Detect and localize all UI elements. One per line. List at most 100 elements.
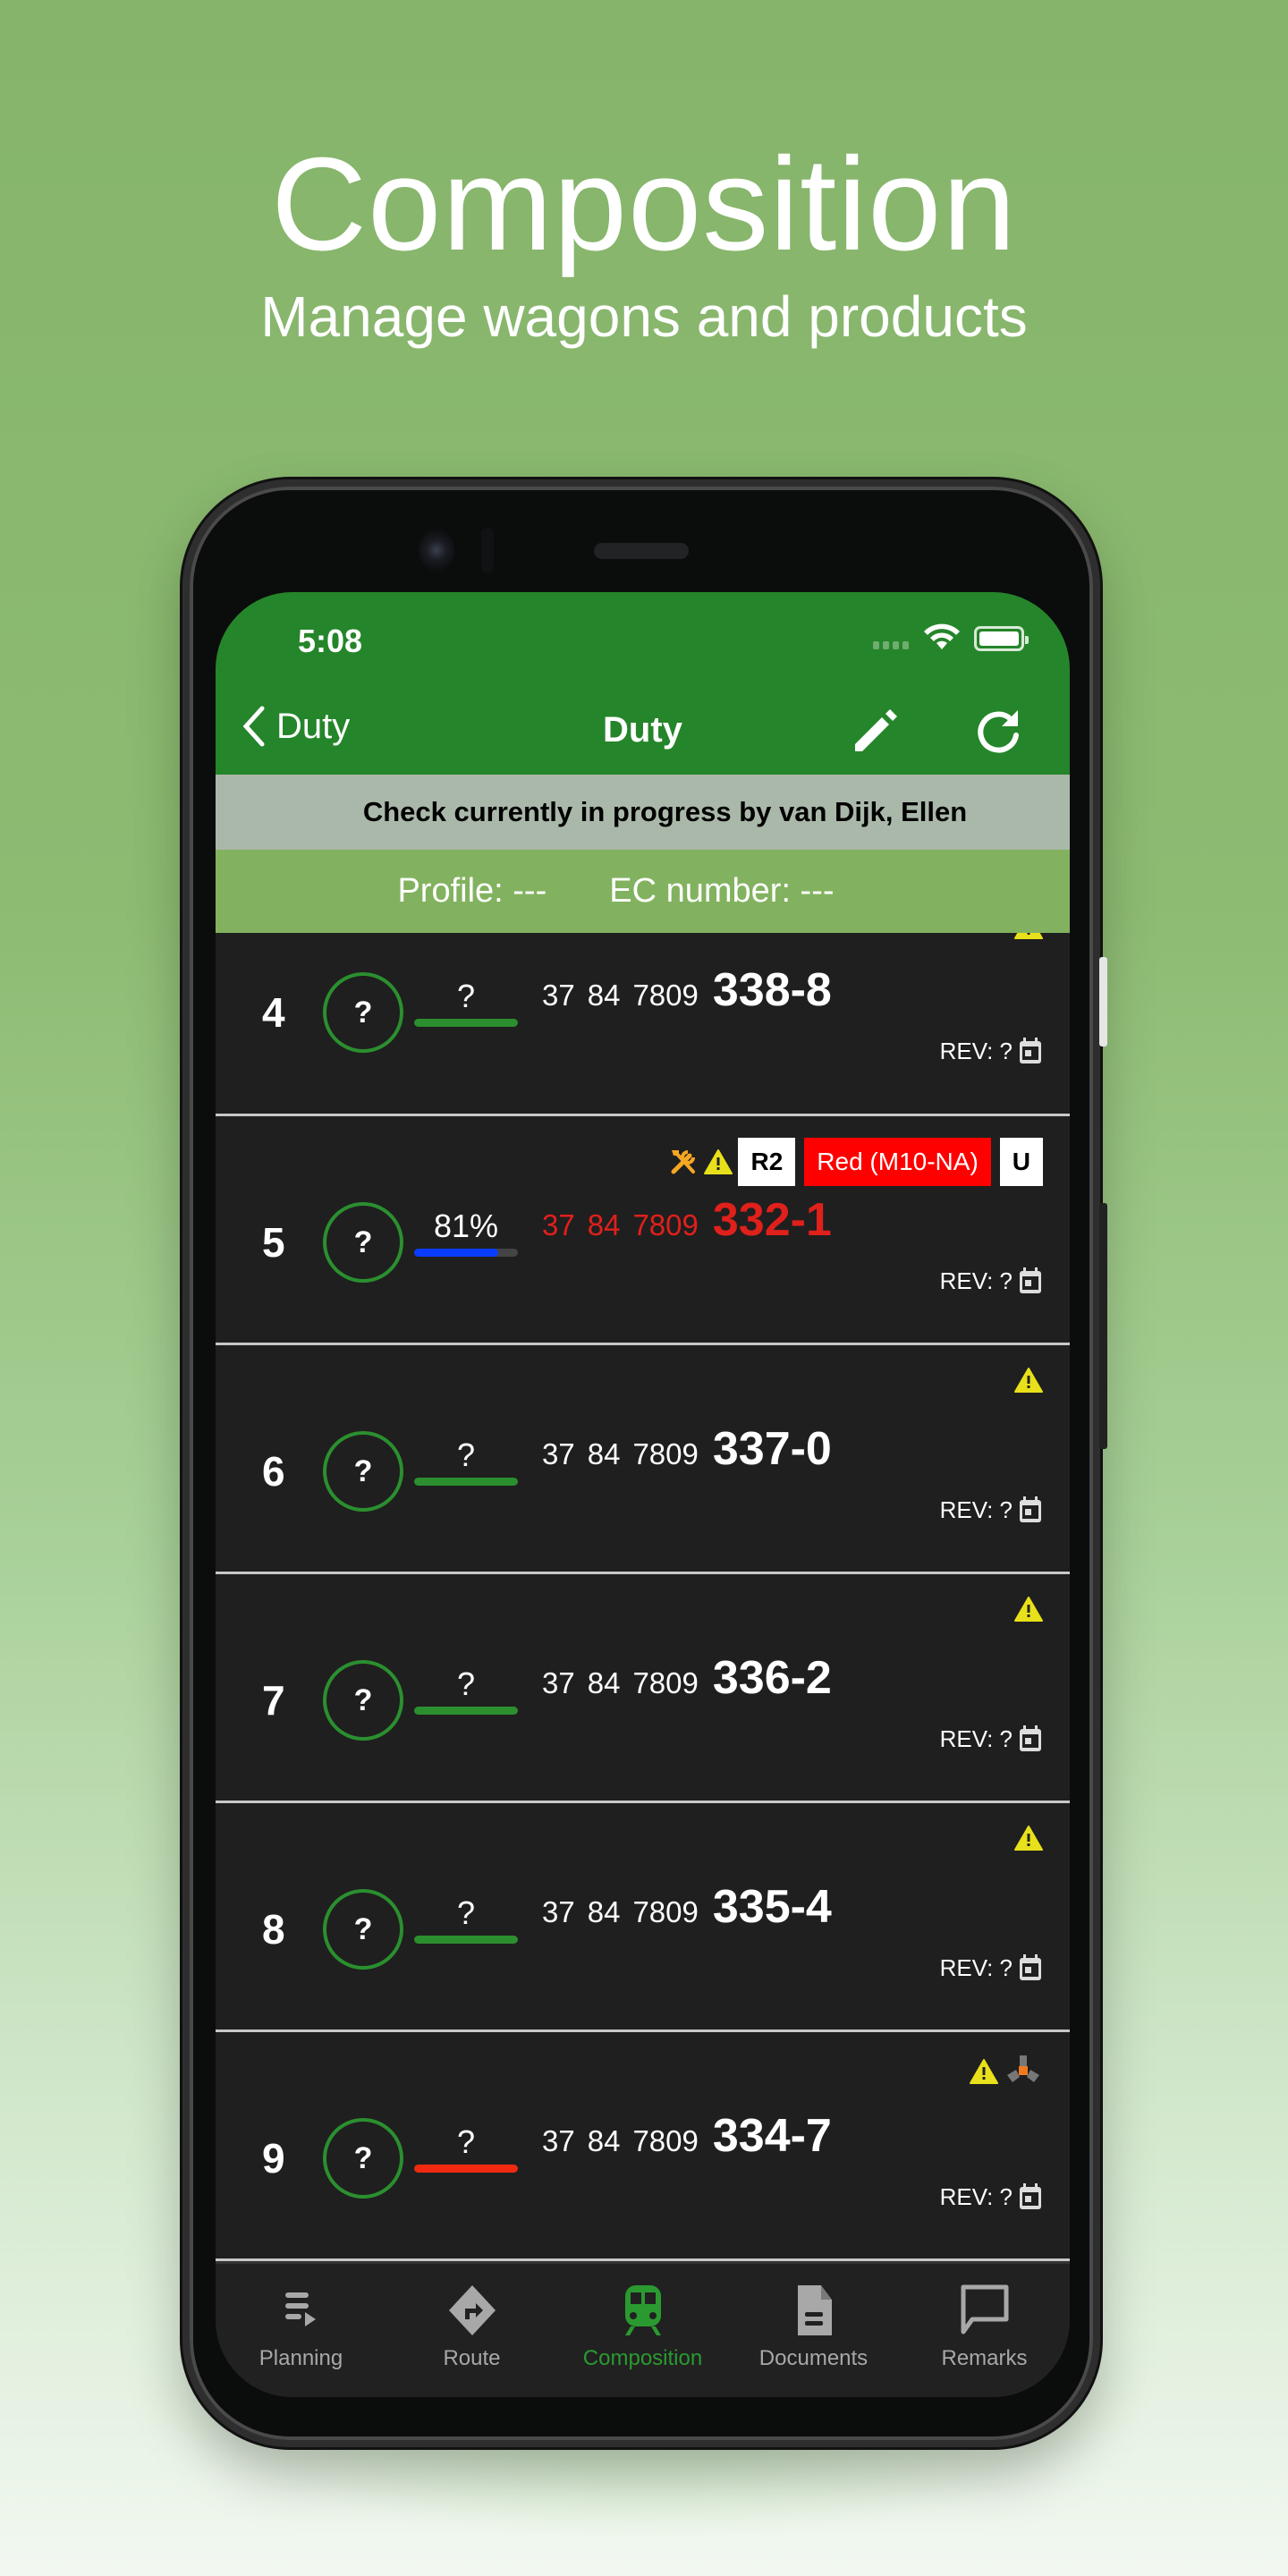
inspection-status-button[interactable]: ? <box>323 1889 403 1970</box>
progress-fill <box>414 2165 518 2173</box>
wagon-number-part: 7809 <box>632 1895 699 1928</box>
wifi-icon <box>924 623 960 649</box>
calendar-icon <box>1018 1037 1043 1065</box>
revision-date-button[interactable]: REV: ? <box>940 2182 1043 2211</box>
progress-bar <box>414 1936 518 1944</box>
hazard-connector-icon <box>1004 2054 1043 2089</box>
revision-date-button[interactable]: REV: ? <box>940 1037 1043 1065</box>
wagon-number-part: 7809 <box>632 1437 699 1470</box>
wagon-list: 4?? 37 84 7809 338-8 REV: ? R2 Red (M10-NA) U 5? 8… <box>216 933 1070 2261</box>
calendar-icon <box>1018 2182 1043 2211</box>
tab-label: Planning <box>258 2346 343 2370</box>
pencil-icon[interactable] <box>846 703 903 760</box>
wagon-number[interactable]: 37 84 7809 332-1 <box>542 1193 832 1247</box>
wagon-number-main: 334-7 <box>712 2110 832 2162</box>
wagon-tag: U <box>999 1138 1043 1186</box>
tab-label: Route <box>443 2346 501 2370</box>
wagon-row[interactable]: R2 Red (M10-NA) U 5? 81% 37 84 7809 332-1 REV: ? <box>216 1116 1070 1345</box>
phone-screen: 5:08 Duty Duty Check currently in progre… <box>216 592 1070 2397</box>
wagon-number[interactable]: 37 84 7809 337-0 <box>542 1422 832 1476</box>
wagon-row[interactable]: 6?? 37 84 7809 337-0 REV: ? <box>216 1345 1070 1574</box>
wagon-number-part: 7809 <box>632 2124 699 2157</box>
inspection-status-label: ? <box>353 1911 373 1946</box>
profile-value: Profile: --- <box>397 872 547 910</box>
revision-date-button[interactable]: REV: ? <box>940 1267 1043 1295</box>
revision-label: REV: ? <box>939 1724 1013 1752</box>
wagon-number[interactable]: 37 84 7809 336-2 <box>542 1651 832 1705</box>
inspection-status-button[interactable]: ? <box>323 1202 403 1283</box>
revision-date-button[interactable]: REV: ? <box>940 1724 1043 1753</box>
wagon-number[interactable]: 37 84 7809 335-4 <box>542 1880 832 1934</box>
inspection-status-button[interactable]: ? <box>323 972 403 1053</box>
ec-number-value: EC number: --- <box>609 872 835 910</box>
wagon-status-icons: R2 Red (M10-NA) U <box>668 1138 1043 1186</box>
warning-icon <box>1014 1825 1043 1852</box>
tab-documents[interactable]: Documents <box>728 2264 899 2397</box>
wagon-number-part: 84 <box>587 979 621 1012</box>
status-bar: 5:08 <box>216 592 1070 689</box>
progress-bar <box>414 2165 518 2173</box>
wagon-number[interactable]: 37 84 7809 334-7 <box>542 2109 832 2163</box>
revision-date-button[interactable]: REV: ? <box>940 1496 1043 1524</box>
revision-date-button[interactable]: REV: ? <box>940 1953 1043 1982</box>
wagon-number-part: 37 <box>542 2124 575 2157</box>
route-diamond-icon <box>447 2284 497 2346</box>
wagon-row[interactable]: 7?? 37 84 7809 336-2 REV: ? <box>216 1574 1070 1803</box>
inspection-status-label: ? <box>353 1224 373 1259</box>
revision-label: REV: ? <box>939 2182 1013 2210</box>
refresh-icon[interactable] <box>970 703 1027 760</box>
progress-bar <box>414 1249 518 1257</box>
wagon-position: 9 <box>262 2135 285 2182</box>
tab-route[interactable]: Route <box>386 2264 557 2397</box>
wagon-status-icons <box>1014 1367 1043 1394</box>
wagon-number-part: 37 <box>542 1437 575 1470</box>
banner-text: Check currently in progress by van Dijk,… <box>362 796 968 827</box>
progress-bar <box>414 1019 518 1027</box>
wagon-row[interactable]: 4?? 37 84 7809 338-8 REV: ? <box>216 933 1070 1116</box>
profile-info-bar: Profile: --- EC number: --- <box>216 850 1070 933</box>
wagon-status-icons <box>970 2054 1043 2089</box>
wagon-number-part: 37 <box>542 1666 575 1699</box>
inspection-status-label: ? <box>353 2140 373 2175</box>
inspection-status-button[interactable]: ? <box>323 2118 403 2199</box>
wagon-status-icons <box>1014 1596 1043 1623</box>
progress-label: ? <box>456 1436 476 1473</box>
calendar-icon <box>1018 1496 1043 1524</box>
progress-label: ? <box>456 978 476 1014</box>
wagon-number-main: 336-2 <box>712 1652 832 1704</box>
tab-remarks[interactable]: Remarks <box>899 2264 1070 2397</box>
wagon-row[interactable]: 9?? 37 84 7809 334-7 REV: ? <box>216 2032 1070 2261</box>
wagon-number[interactable]: 37 84 7809 338-8 <box>542 963 832 1017</box>
chevron-left-icon <box>242 706 265 747</box>
tab-label: Remarks <box>941 2346 1028 2370</box>
wagon-position: 5 <box>262 1219 285 1266</box>
wagon-row[interactable]: 8?? 37 84 7809 335-4 REV: ? <box>216 1803 1070 2032</box>
wagon-number-part: 7809 <box>632 1208 699 1241</box>
warning-icon <box>1014 933 1043 940</box>
wagon-number-part: 84 <box>587 1895 621 1928</box>
document-icon <box>789 2284 839 2346</box>
progress-label: 81% <box>433 1208 499 1244</box>
cellular-signal-icon <box>873 641 909 649</box>
wagon-position: 8 <box>262 1906 285 1953</box>
back-button[interactable]: Duty <box>241 705 350 748</box>
inspection-status-label: ? <box>353 995 373 1030</box>
promo-subtitle: Manage wagons and products <box>260 284 1028 349</box>
front-camera <box>419 528 454 572</box>
earpiece-speaker <box>594 543 689 559</box>
revision-label: REV: ? <box>939 1037 1013 1064</box>
wagon-tag: R2 <box>738 1138 796 1186</box>
inspection-status-button[interactable]: ? <box>323 1660 403 1741</box>
warning-icon <box>1014 1596 1043 1623</box>
tab-planning[interactable]: Planning <box>216 2264 386 2397</box>
tab-composition[interactable]: Composition <box>557 2264 728 2397</box>
revision-label: REV: ? <box>939 1953 1013 1981</box>
progress-fill <box>414 1478 518 1486</box>
inspection-status-button[interactable]: ? <box>323 1431 403 1512</box>
wagon-status-icons <box>1014 1825 1043 1852</box>
check-in-progress-banner: Check currently in progress by van Dijk,… <box>216 775 1070 850</box>
progress-bar <box>414 1707 518 1715</box>
progress-fill <box>414 1707 518 1715</box>
wagon-number-part: 37 <box>542 979 575 1012</box>
calendar-icon <box>1018 1724 1043 1753</box>
